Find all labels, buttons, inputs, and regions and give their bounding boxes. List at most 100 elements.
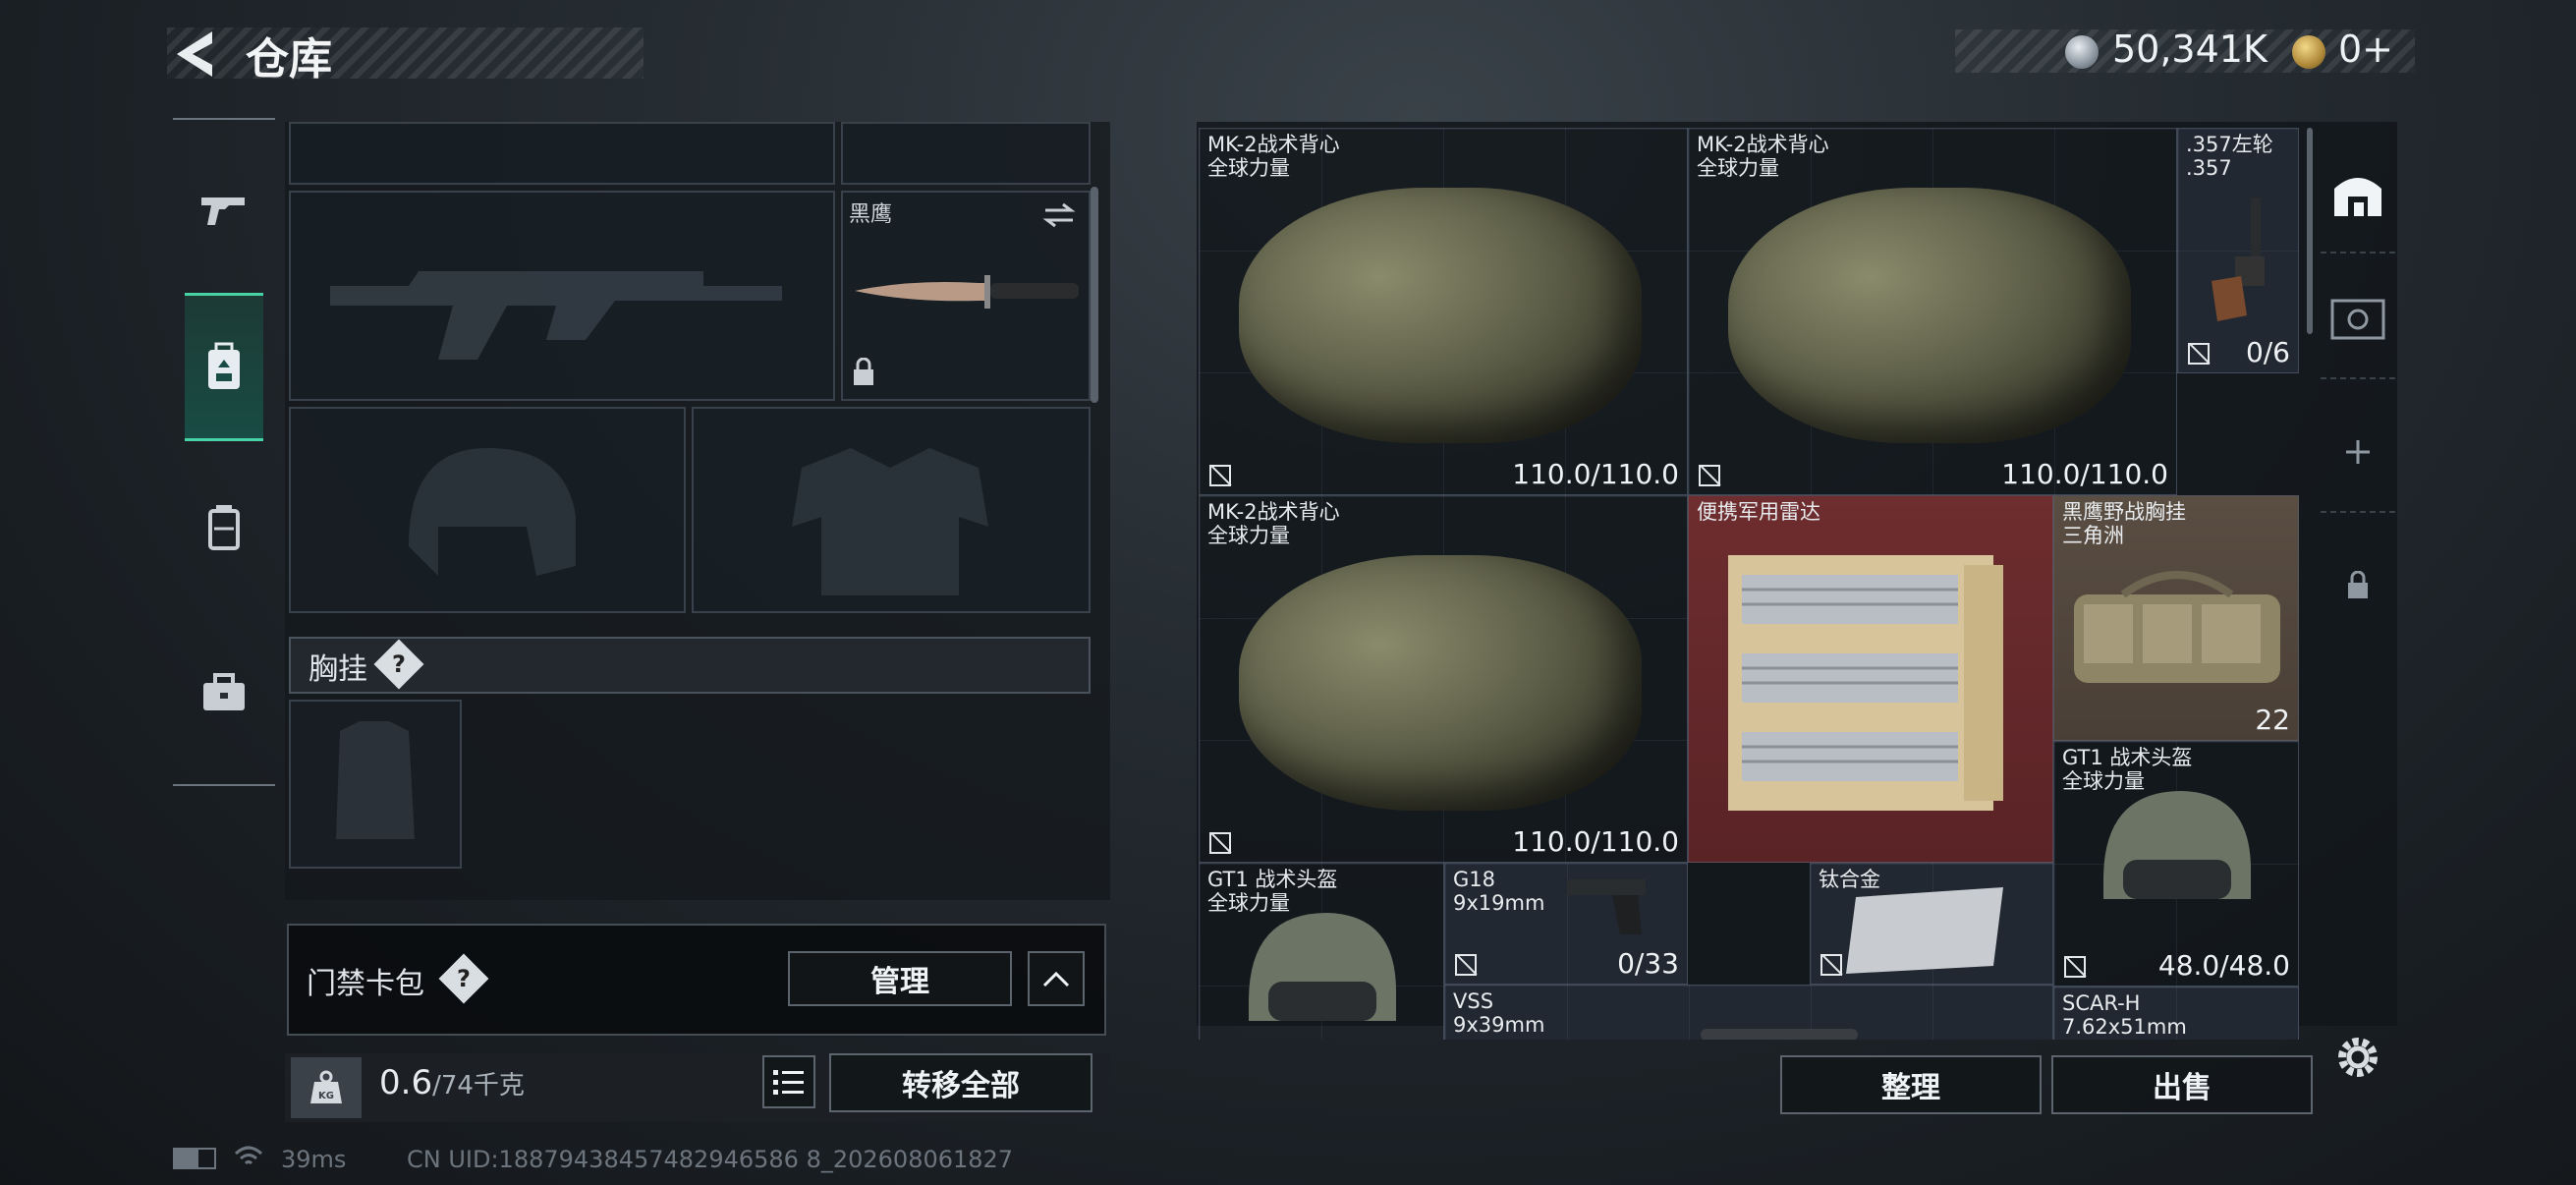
nav-case[interactable] xyxy=(185,483,263,572)
ping-text: 39ms xyxy=(281,1146,347,1173)
item-title: GT1 战术头盔 xyxy=(1207,868,1338,891)
storage-item[interactable]: .357左轮 .357 0/6 xyxy=(2177,128,2299,373)
bound-icon xyxy=(1209,832,1231,854)
kg-label: KG xyxy=(318,1091,334,1101)
tactical-vest-icon xyxy=(1728,188,2131,443)
item-subtitle: 9x19mm xyxy=(1453,891,1545,915)
list-icon xyxy=(773,1070,804,1095)
bound-icon xyxy=(2188,343,2210,365)
item-title: MK-2战术背心 xyxy=(1697,133,1829,156)
item-durability: 110.0/110.0 xyxy=(2001,458,2168,490)
storage-item[interactable]: MK-2战术背心 全球力量 110.0/110.0 xyxy=(1688,128,2177,495)
revolver-icon xyxy=(2212,198,2265,321)
chevron-up-icon xyxy=(1042,971,1070,988)
settings-button[interactable] xyxy=(2334,1034,2381,1085)
gold-coin-icon xyxy=(2292,35,2325,69)
chest-rig-slot[interactable] xyxy=(289,700,462,869)
tactical-vest-icon xyxy=(1239,555,1642,811)
storage-item[interactable]: GT1 战术头盔 全球力量 xyxy=(1199,863,1444,1040)
storage-item[interactable]: MK-2战术背心 全球力量 110.0/110.0 xyxy=(1199,495,1688,863)
back-arrow-icon xyxy=(177,31,212,77)
chest-rig-silhouette-icon xyxy=(336,721,415,839)
currency-silver-value: 50,341K xyxy=(2112,28,2268,71)
keycard-help-text: ? xyxy=(457,965,471,992)
item-ammo: 0/33 xyxy=(1617,947,1679,980)
chest-help-icon[interactable]: ? xyxy=(373,639,424,690)
helmet-icon xyxy=(2103,791,2251,899)
home-icon xyxy=(2334,178,2381,216)
item-title: VSS xyxy=(1453,989,1494,1013)
nav-toolbox[interactable] xyxy=(185,649,263,737)
nav-weapons[interactable] xyxy=(185,165,263,254)
storage-item[interactable]: 黑鹰野战胸挂 三角洲 22 xyxy=(2053,495,2299,741)
loadout-scrollbar[interactable] xyxy=(1091,187,1098,403)
helmet-silhouette-icon xyxy=(409,448,576,576)
plus-icon xyxy=(2346,440,2370,464)
weight-icon: KG xyxy=(291,1057,362,1118)
primary-weapon-slot[interactable] xyxy=(289,191,835,401)
storage-item[interactable]: VSS 9x39mm xyxy=(1444,985,2053,1040)
item-subtitle: 全球力量 xyxy=(1697,156,1779,180)
weight-readout: 0.6/74千克 xyxy=(379,1063,525,1102)
wifi-icon xyxy=(234,1146,263,1165)
item-title: MK-2战术背心 xyxy=(1207,133,1340,156)
armor-silhouette-icon xyxy=(792,448,988,595)
storage-scrollbar[interactable] xyxy=(2307,128,2313,334)
chest-rig-icon xyxy=(2074,571,2280,683)
currency-gold-value[interactable]: 0+ xyxy=(2338,28,2393,71)
item-name: 黑鹰野战胸挂 三角洲 xyxy=(2062,500,2186,547)
lock-icon xyxy=(854,358,873,385)
manage-button[interactable]: 管理 xyxy=(788,951,1012,1006)
armor-slot[interactable] xyxy=(692,407,1091,613)
item-name: MK-2战术背心 全球力量 xyxy=(1207,133,1340,180)
sort-button[interactable]: 整理 xyxy=(1780,1055,2042,1114)
sell-button[interactable]: 出售 xyxy=(2051,1055,2313,1114)
silver-coin-icon xyxy=(2065,35,2099,69)
storage-tab-vault[interactable] xyxy=(2321,259,2395,379)
storage-tab-add[interactable] xyxy=(2321,393,2395,513)
keycard-label: 门禁卡包 xyxy=(307,967,424,1001)
item-subtitle: 三角洲 xyxy=(2062,524,2124,547)
keycard-help-icon[interactable]: ? xyxy=(438,953,489,1004)
radar-icon xyxy=(1728,555,2003,811)
helmet-slot[interactable] xyxy=(289,407,686,613)
storage-item[interactable]: SCAR-H 7.62x51mm xyxy=(2053,987,2299,1040)
storage-tab-home[interactable] xyxy=(2321,134,2395,254)
storage-item[interactable]: MK-2战术背心 全球力量 110.0/110.0 xyxy=(1199,128,1688,495)
storage-item[interactable]: GT1 战术头盔 全球力量 48.0/48.0 xyxy=(2053,741,2299,987)
bound-icon xyxy=(1699,465,1720,486)
chest-help-text: ? xyxy=(392,650,406,678)
nav-backpack[interactable] xyxy=(185,293,263,441)
list-view-button[interactable] xyxy=(762,1055,815,1108)
knife-icon xyxy=(855,275,1079,309)
storage-item[interactable]: 钛合金 xyxy=(1810,863,2053,985)
collapse-button[interactable] xyxy=(1028,951,1085,1006)
gear-icon xyxy=(2338,1038,2378,1077)
storage-tab-locked[interactable] xyxy=(2321,527,2395,645)
gun-icon xyxy=(201,198,245,225)
melee-slot[interactable]: 黑鹰 xyxy=(841,191,1091,401)
bound-icon xyxy=(1820,954,1842,976)
storage-item[interactable]: 便携军用雷达 xyxy=(1688,495,2053,863)
item-subtitle: .357 xyxy=(2186,156,2232,180)
uid-text: CN UID:18879438457482946586 8_2026080618… xyxy=(407,1146,1014,1173)
storage-grid: MK-2战术背心 全球力量 110.0/110.0 MK-2战术背心 全球力量 11… xyxy=(1199,128,2299,1040)
item-name: MK-2战术背心 全球力量 xyxy=(1697,133,1829,180)
top-slot-left[interactable] xyxy=(289,122,835,185)
item-durability: 110.0/110.0 xyxy=(1512,458,1679,490)
item-name: VSS 9x39mm xyxy=(1453,989,1544,1037)
item-name: MK-2战术背心 全球力量 xyxy=(1207,500,1340,547)
swap-icon[interactable] xyxy=(1041,200,1077,230)
item-subtitle: 全球力量 xyxy=(1207,524,1290,547)
item-title: GT1 战术头盔 xyxy=(2062,746,2193,769)
backpack-icon xyxy=(208,342,240,389)
weight-max: /74千克 xyxy=(432,1071,525,1100)
top-slot-right[interactable] xyxy=(841,122,1091,185)
back-button[interactable] xyxy=(169,26,224,83)
title-bar xyxy=(167,28,644,79)
item-name: 便携军用雷达 xyxy=(1697,500,1820,524)
item-ammo: 0/6 xyxy=(2245,336,2290,368)
transfer-all-button[interactable]: 转移全部 xyxy=(829,1053,1092,1112)
storage-item[interactable]: G18 9x19mm 0/33 xyxy=(1444,863,1688,985)
case-icon xyxy=(208,505,240,550)
